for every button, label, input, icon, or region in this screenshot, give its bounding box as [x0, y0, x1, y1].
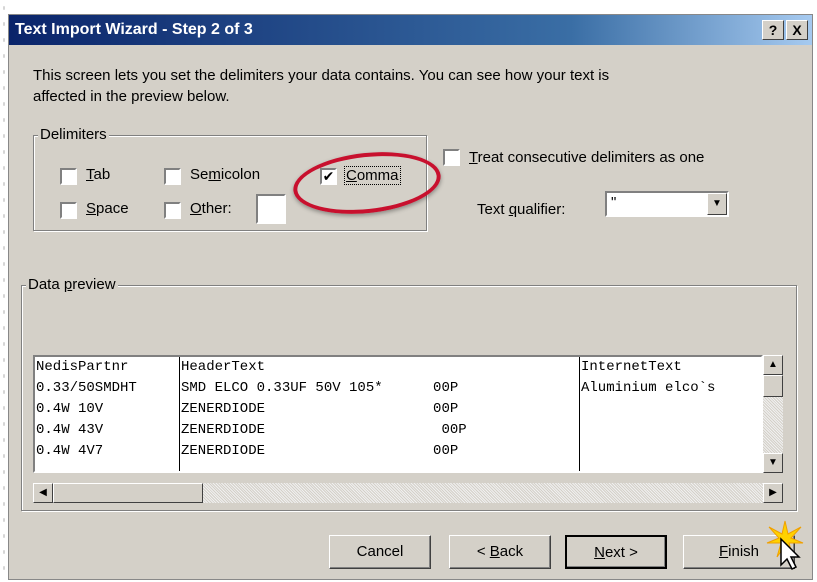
preview-cell: 0.33/50SMDHT — [36, 380, 137, 396]
consecutive-label[interactable]: Treat consecutive delimiters as one — [469, 149, 704, 166]
window-title: Text Import Wizard - Step 2 of 3 — [15, 21, 253, 38]
tab-label[interactable]: Tab — [86, 166, 110, 183]
other-checkbox[interactable] — [164, 202, 181, 219]
preview-column-3[interactable]: InternetText Aluminium elco`s — [579, 357, 761, 471]
arrow-down-icon[interactable]: ▼ — [763, 453, 783, 473]
preview-cell: 0.4W 10V — [36, 401, 104, 417]
arrow-left-icon[interactable]: ◀ — [33, 483, 53, 503]
preview-cell — [580, 420, 761, 441]
vertical-scroll-thumb[interactable] — [763, 375, 783, 397]
close-button[interactable]: X — [786, 20, 808, 40]
preview-cell: 0.4W 4V7 — [36, 443, 104, 459]
back-button[interactable]: < Back — [449, 535, 551, 569]
arrow-right-icon[interactable]: ▶ — [763, 483, 783, 503]
preview-cell: NedisPartnr — [36, 359, 129, 375]
preview-cell: ZENERDIODE 00P — [181, 401, 459, 417]
preview-cell: ZENERDIODE 00P — [181, 422, 467, 438]
space-checkbox[interactable] — [60, 202, 77, 219]
preview-column-1[interactable]: NedisPartnr 0.33/50SMDHT 0.4W 10V 0.4W 4… — [35, 357, 179, 471]
semicolon-checkbox[interactable] — [164, 168, 181, 185]
horizontal-scrollbar[interactable]: ◀ ▶ — [33, 483, 783, 503]
consecutive-checkbox[interactable] — [443, 149, 460, 166]
cancel-button[interactable]: Cancel — [329, 535, 431, 569]
text-qualifier-value: " — [611, 194, 617, 211]
preview-cell: ZENERDIODE 00P — [181, 443, 459, 459]
other-delimiter-input[interactable] — [256, 194, 286, 224]
background-dots — [0, 0, 8, 582]
arrow-up-icon[interactable]: ▲ — [763, 355, 783, 375]
preview-cell: Aluminium elco`s — [581, 380, 716, 396]
text-import-wizard-dialog: Text Import Wizard - Step 2 of 3 ? X Thi… — [8, 14, 813, 580]
preview-cell: HeaderText — [181, 359, 266, 375]
data-preview-grid[interactable]: NedisPartnr 0.33/50SMDHT 0.4W 10V 0.4W 4… — [33, 355, 763, 473]
next-button[interactable]: Next > — [565, 535, 667, 569]
tab-checkbox[interactable] — [60, 168, 77, 185]
title-bar: Text Import Wizard - Step 2 of 3 ? X — [9, 15, 812, 45]
delimiters-legend: Delimiters — [38, 126, 109, 143]
help-button[interactable]: ? — [762, 20, 784, 40]
preview-cell — [580, 441, 761, 462]
text-qualifier-label: Text qualifier: — [477, 201, 566, 218]
horizontal-scroll-thumb[interactable] — [53, 483, 203, 503]
preview-cell: 0.4W 43V — [36, 422, 104, 438]
chevron-down-icon[interactable]: ▼ — [707, 193, 727, 215]
preview-column-2[interactable]: HeaderText SMD ELCO 0.33UF 50V 105* 00P … — [179, 357, 579, 471]
semicolon-label[interactable]: Semicolon — [190, 166, 260, 183]
vertical-scrollbar[interactable]: ▲ ▼ — [763, 355, 783, 473]
data-preview-legend: Data preview — [26, 276, 118, 293]
preview-cell: SMD ELCO 0.33UF 50V 105* 00P — [181, 380, 459, 396]
mouse-pointer-icon — [780, 537, 801, 571]
space-label[interactable]: Space — [86, 200, 129, 217]
text-qualifier-select[interactable]: " ▼ — [605, 191, 729, 217]
other-label[interactable]: Other: — [190, 200, 232, 217]
preview-cell — [580, 399, 761, 420]
preview-cell: InternetText — [581, 359, 682, 375]
description-text: This screen lets you set the delimiters … — [33, 67, 610, 105]
